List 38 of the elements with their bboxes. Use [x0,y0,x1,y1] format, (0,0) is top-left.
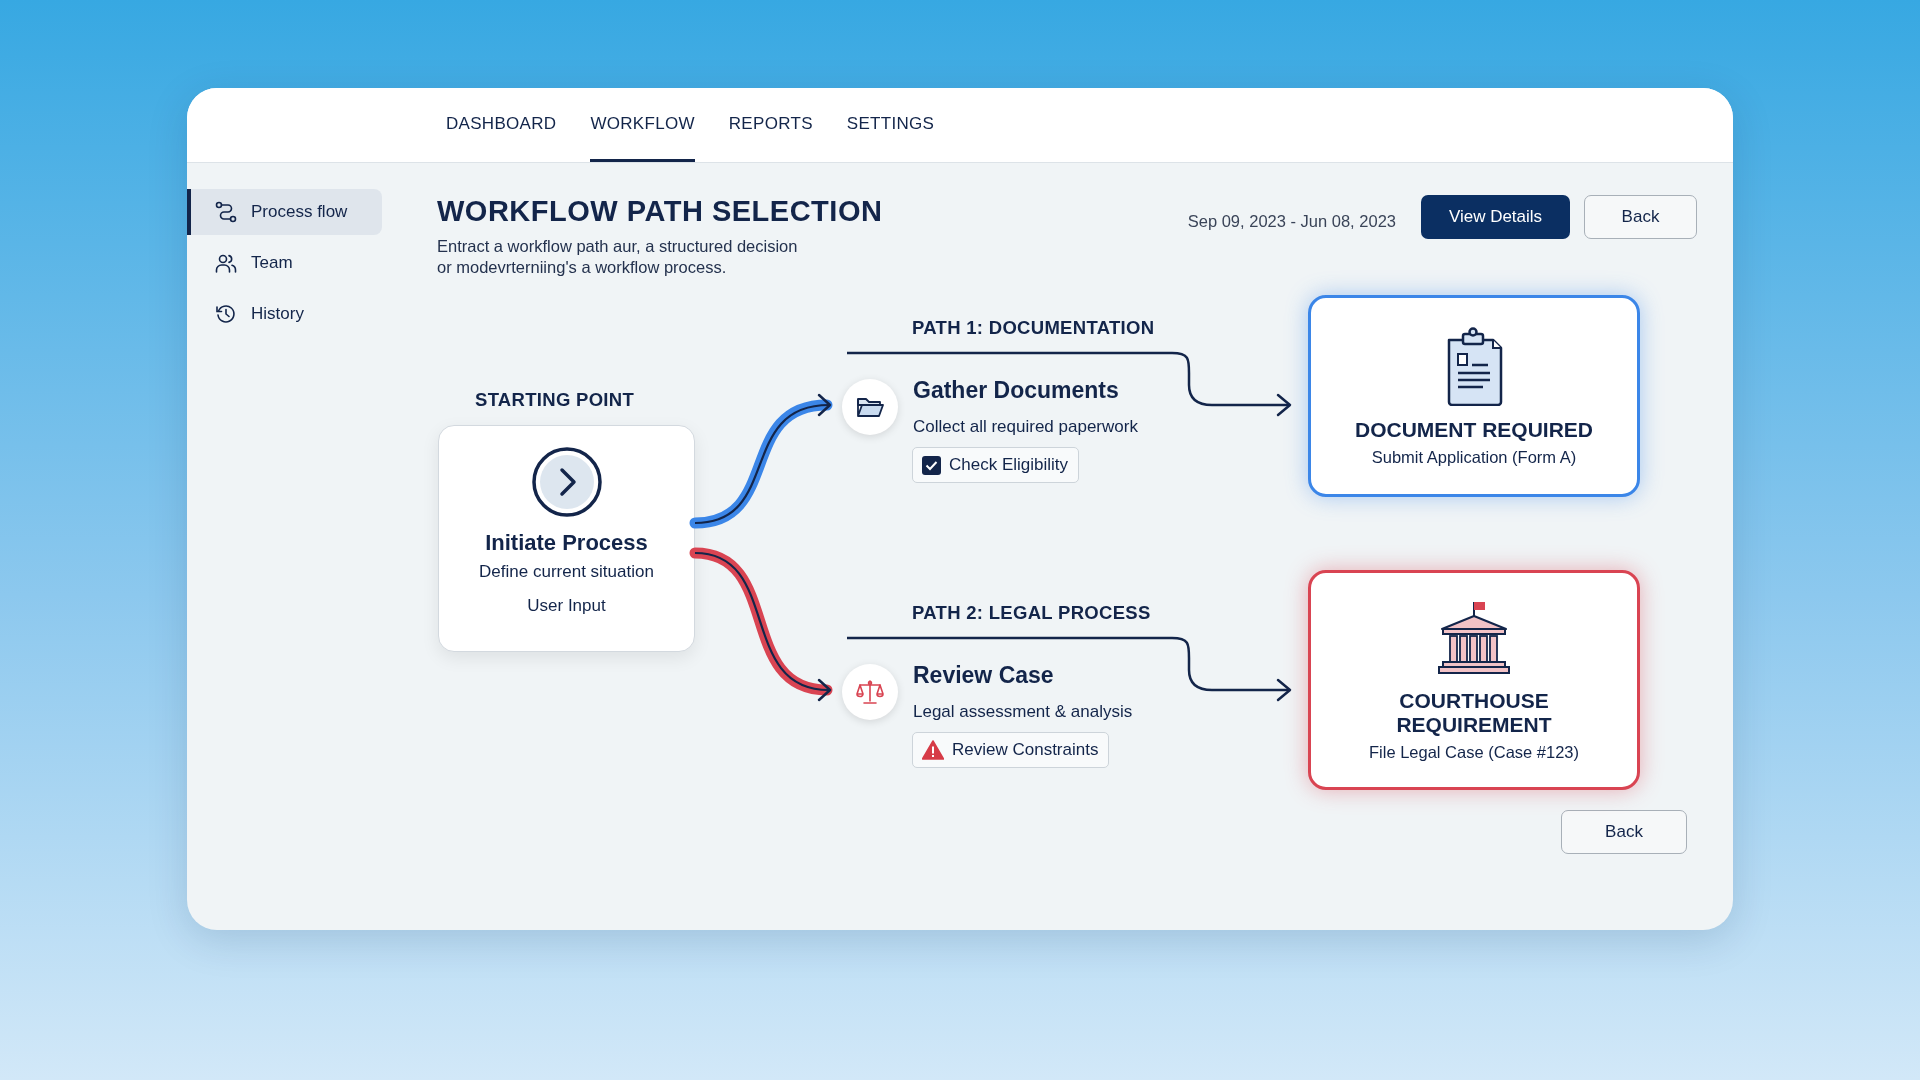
outcome-subtitle: File Legal Case (Case #123) [1369,742,1579,762]
warning-chip[interactable]: Review Constraints [912,732,1110,769]
outcome-title: COURTHOUSE REQUIREMENT [1396,688,1552,737]
path-label: PATH 2: LEGAL PROCESS [912,602,1151,625]
nav-tab[interactable]: DASHBOARD [446,88,557,162]
start-subtitle: Define current situation [479,562,654,583]
checkbox-chip[interactable]: Check Eligibility [912,447,1080,484]
page-title: WORKFLOW PATH SELECTION [437,195,884,228]
step-subtitle: Legal assessment & analysis [913,702,1133,723]
outcome-title: DOCUMENT REQUIRED [1355,417,1593,442]
view-details-button[interactable]: View Details [1421,195,1570,239]
date-range: Sep 09, 2023 - Jun 08, 2023 [1187,212,1396,231]
step-title: Gather Documents [913,377,1119,405]
sidebar-item[interactable]: Team [187,240,382,286]
nav-tab[interactable]: SETTINGS [846,88,935,162]
flow-icon [215,201,237,223]
back-button[interactable]: Back [1584,195,1697,239]
chevron-circle-icon[interactable] [530,446,603,519]
start-title: Initiate Process [485,530,648,557]
sidebar-item[interactable]: History [187,291,382,337]
start-heading: STARTING POINT [475,389,635,412]
step-subtitle: Collect all required paperwork [913,417,1138,438]
back-button[interactable]: Back [1561,810,1687,855]
history-icon [215,303,237,325]
path-label: PATH 1: DOCUMENTATION [912,317,1155,340]
outcome-subtitle: Submit Application (Form A) [1371,447,1577,467]
start-caption: User Input [527,596,606,617]
nav-tab[interactable]: WORKFLOW [590,88,695,162]
nav-tab[interactable]: REPORTS [728,88,813,162]
folder-icon [856,395,884,420]
clipboard-icon [1445,325,1503,406]
sidebar-item[interactable]: Process flow [187,189,382,235]
warning-icon [922,740,944,761]
page-description: Entract a workflow path aur, a structured decision or modevrterniing's a workflow process. [437,236,799,278]
scales-icon [856,679,884,706]
checkbox[interactable] [922,455,941,475]
team-icon [215,252,237,274]
step-title: Review Case [913,662,1054,690]
